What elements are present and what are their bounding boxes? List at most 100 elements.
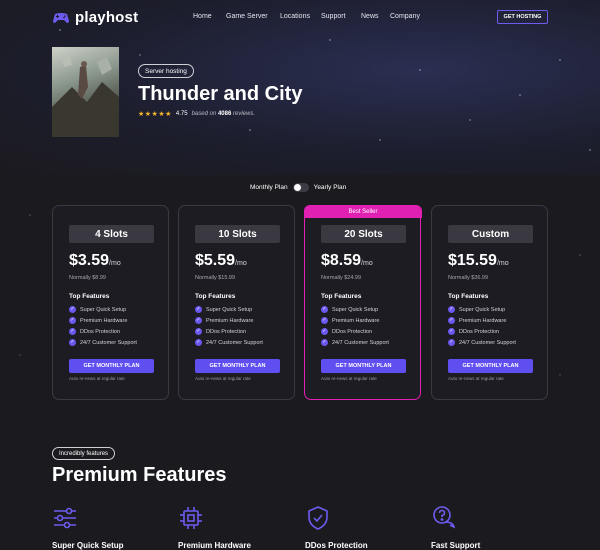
plan-card-4-slots: 4 Slots $3.59/mo Normally $8.99 Top Feat… xyxy=(52,205,169,400)
feature-item: ✓ Premium Hardware xyxy=(69,315,137,326)
plan-slots: Custom xyxy=(448,225,533,243)
nav-news[interactable]: News xyxy=(361,13,379,20)
feature-list: ✓ Super Quick Setup ✓ Premium Hardware ✓ DD… xyxy=(448,304,516,348)
monthly-plan-label[interactable]: Monthly Plan xyxy=(250,184,288,191)
feature-item: ✓ 24/7 Customer Support xyxy=(195,337,263,348)
check-icon: ✓ xyxy=(321,317,328,324)
check-icon: ✓ xyxy=(69,306,76,313)
feature-item: ✓ DDos Protection xyxy=(69,326,137,337)
feature-label: DDos Protection xyxy=(305,541,368,550)
renew-note: Auto re-news at regular rate xyxy=(69,376,125,381)
feature-list: ✓ Super Quick Setup ✓ Premium Hardware ✓ DD… xyxy=(69,304,137,348)
price-amount: $5.59 xyxy=(195,252,236,269)
normal-price: Normally $8.99 xyxy=(69,275,106,281)
feature-item: ✓ Super Quick Setup xyxy=(448,304,516,315)
sliders-icon xyxy=(54,507,76,529)
get-monthly-plan-button[interactable]: GET MONTHLY PLAN xyxy=(448,359,533,373)
plan-toggle-switch[interactable] xyxy=(292,183,309,192)
check-icon: ✓ xyxy=(321,339,328,346)
get-monthly-plan-button[interactable]: GET MONTHLY PLAN xyxy=(321,359,406,373)
feature-label: Super Quick Setup xyxy=(459,306,506,313)
feature-label: Super Quick Setup xyxy=(52,541,124,550)
gamepad-icon xyxy=(53,12,69,23)
feature-item: ✓ DDos Protection xyxy=(448,326,516,337)
feature-list: ✓ Super Quick Setup ✓ Premium Hardware ✓ DD… xyxy=(195,304,263,348)
chat-question-icon xyxy=(433,506,456,529)
feature-label: Super Quick Setup xyxy=(332,306,379,313)
feature-item: ✓ Premium Hardware xyxy=(448,315,516,326)
plan-card-20-slots: Best Seller 20 Slots $8.59/mo Normally $… xyxy=(304,205,422,400)
plan-price: $15.59/mo xyxy=(448,252,509,270)
check-icon: ✓ xyxy=(321,306,328,313)
brand-logo[interactable]: playhost xyxy=(52,9,138,26)
check-icon: ✓ xyxy=(195,339,202,346)
check-icon: ✓ xyxy=(321,328,328,335)
feature-item: ✓ Super Quick Setup xyxy=(321,304,389,315)
plan-toggle: Monthly Plan Yearly Plan xyxy=(250,183,346,192)
feature-premium-hardware: Premium Hardware xyxy=(178,505,288,550)
check-icon: ✓ xyxy=(69,328,76,335)
feature-label: DDos Protection xyxy=(206,328,247,335)
get-hosting-button[interactable]: GET HOSTING xyxy=(497,10,548,24)
incredibly-features-pill: Incredibly features xyxy=(52,447,116,460)
nav-home[interactable]: Home xyxy=(193,13,212,20)
feature-label: Premium Hardware xyxy=(178,541,251,550)
feature-label: DDos Protection xyxy=(459,328,500,335)
renew-note: Auto re-news at regular rate xyxy=(321,376,377,381)
features-title: Top Features xyxy=(69,293,110,300)
feature-label: Super Quick Setup xyxy=(206,306,253,313)
rating-text: based on 4086 reviews. xyxy=(192,111,255,117)
plan-price: $8.59/mo xyxy=(321,252,373,270)
nav-support[interactable]: Support xyxy=(321,13,346,20)
feature-label: Super Quick Setup xyxy=(80,306,127,313)
nav-company[interactable]: Company xyxy=(390,13,420,20)
get-monthly-plan-button[interactable]: GET MONTHLY PLAN xyxy=(195,359,280,373)
page-title: Thunder and City xyxy=(138,83,303,105)
check-icon: ✓ xyxy=(448,328,455,335)
price-amount: $15.59 xyxy=(448,252,497,269)
shield-check-icon xyxy=(308,506,328,530)
server-hosting-badge: Server hosting xyxy=(138,64,194,78)
best-seller-badge: Best Seller xyxy=(304,205,422,218)
plan-price: $5.59/mo xyxy=(195,252,247,270)
feature-item: ✓ Premium Hardware xyxy=(195,315,263,326)
check-icon: ✓ xyxy=(448,306,455,313)
plan-slots: 10 Slots xyxy=(195,225,280,243)
feature-label: Fast Support xyxy=(431,541,481,550)
feature-label: DDos Protection xyxy=(332,328,373,335)
feature-item: ✓ DDos Protection xyxy=(321,326,389,337)
check-icon: ✓ xyxy=(448,339,455,346)
feature-label: Premium Hardware xyxy=(332,317,380,324)
plan-price: $3.59/mo xyxy=(69,252,121,270)
rating-suffix: reviews. xyxy=(232,111,255,117)
feature-list: ✓ Super Quick Setup ✓ Premium Hardware ✓ DD… xyxy=(321,304,389,348)
feature-item: ✓ 24/7 Customer Support xyxy=(321,337,389,348)
cpu-chip-icon xyxy=(180,507,202,529)
feature-label: 24/7 Customer Support xyxy=(206,339,263,346)
features-title: Top Features xyxy=(195,293,236,300)
nav-game-server[interactable]: Game Server xyxy=(226,13,268,20)
feature-ddos-protection: DDos Protection xyxy=(305,505,415,550)
rating: ★★★★★ 4.75 based on 4086 reviews. xyxy=(138,110,255,118)
feature-item: ✓ Super Quick Setup xyxy=(69,304,137,315)
toggle-knob xyxy=(293,184,301,191)
price-period: /mo xyxy=(109,260,121,267)
renew-note: Auto re-news at regular rate xyxy=(195,376,251,381)
nav-locations[interactable]: Locations xyxy=(280,13,310,20)
check-icon: ✓ xyxy=(195,328,202,335)
feature-item: ✓ Premium Hardware xyxy=(321,315,389,326)
brand-name: playhost xyxy=(75,9,139,26)
price-amount: $3.59 xyxy=(69,252,110,269)
normal-price: Normally $36.99 xyxy=(448,275,489,281)
yearly-plan-label[interactable]: Yearly Plan xyxy=(314,184,347,191)
rating-stars-icon: ★★★★★ xyxy=(138,111,172,118)
check-icon: ✓ xyxy=(448,317,455,324)
feature-label: Premium Hardware xyxy=(80,317,128,324)
get-monthly-plan-button[interactable]: GET MONTHLY PLAN xyxy=(69,359,154,373)
feature-item: ✓ 24/7 Customer Support xyxy=(69,337,137,348)
feature-label: 24/7 Customer Support xyxy=(459,339,516,346)
feature-item: ✓ DDos Protection xyxy=(195,326,263,337)
normal-price: Normally $24.99 xyxy=(321,275,362,281)
rating-count: 4086 xyxy=(217,111,232,117)
plan-card-custom: Custom $15.59/mo Normally $36.99 Top Fea… xyxy=(431,205,548,400)
